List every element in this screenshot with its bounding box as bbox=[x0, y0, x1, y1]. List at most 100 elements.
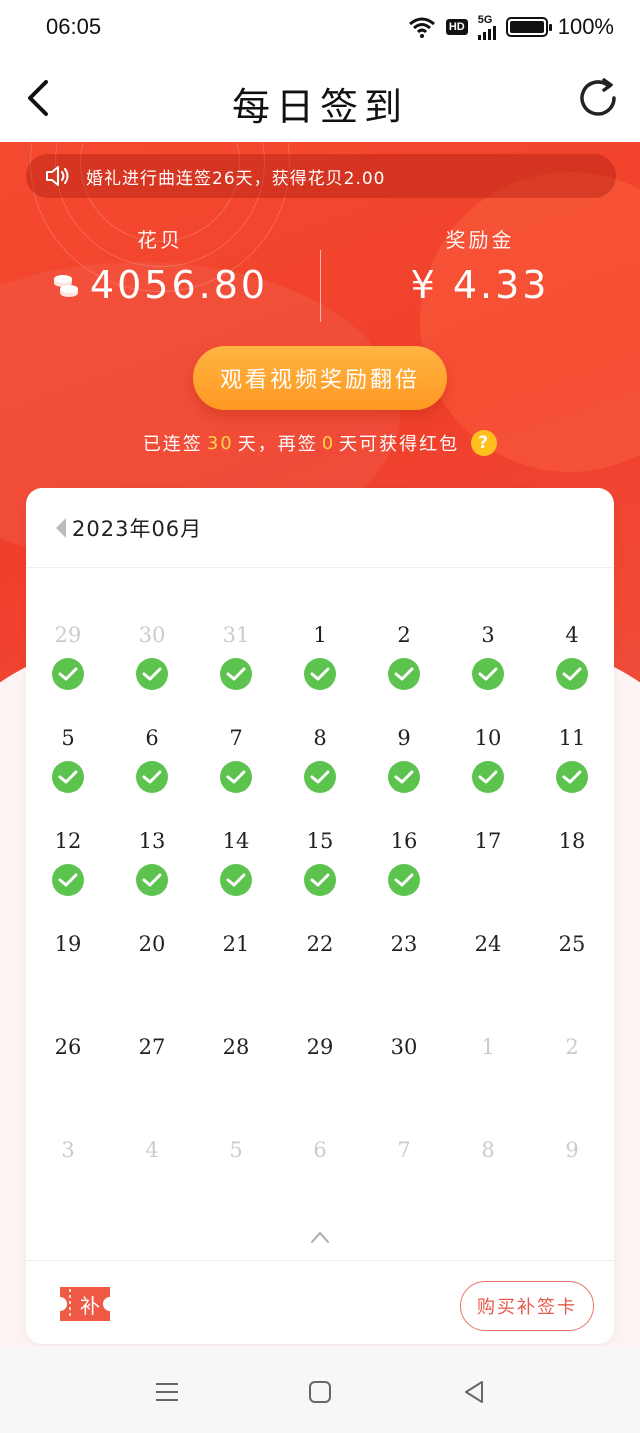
calendar-day[interactable]: 15 bbox=[278, 826, 362, 896]
check-circle-icon bbox=[472, 658, 504, 690]
reward-stat[interactable]: 奖励金 ¥ 4.33 bbox=[330, 224, 630, 307]
calendar-day-number: 15 bbox=[306, 829, 334, 853]
calendar-day-number: 3 bbox=[61, 1138, 75, 1162]
calendar-day[interactable]: 18 bbox=[530, 826, 614, 856]
streak-mid: 天，再签 bbox=[237, 434, 318, 455]
calendar-day-number: 17 bbox=[474, 829, 502, 853]
page-title: 每日签到 bbox=[231, 85, 408, 129]
calendar-day-number: 8 bbox=[313, 726, 327, 750]
calendar-day-number: 18 bbox=[558, 829, 586, 853]
calendar-day-number: 23 bbox=[390, 932, 418, 956]
calendar-day[interactable]: 2 bbox=[362, 620, 446, 690]
nav-bar: 每日签到 bbox=[0, 58, 640, 142]
calendar-day[interactable]: 25 bbox=[530, 929, 614, 959]
reward-label: 奖励金 bbox=[445, 228, 515, 252]
huabei-stat[interactable]: 花贝 4056.80 bbox=[10, 224, 310, 307]
calendar-day[interactable]: 30 bbox=[362, 1032, 446, 1062]
calendar-day[interactable]: 3 bbox=[446, 620, 530, 690]
calendar-day[interactable]: 26 bbox=[26, 1032, 110, 1062]
help-icon[interactable]: ? bbox=[471, 430, 498, 456]
check-circle-icon bbox=[52, 658, 84, 690]
calendar-day-number: 20 bbox=[138, 932, 166, 956]
calendar-day[interactable]: 29 bbox=[278, 1032, 362, 1062]
calendar-day-number: 13 bbox=[138, 829, 166, 853]
calendar-day[interactable]: 16 bbox=[362, 826, 446, 896]
calendar-day[interactable]: 24 bbox=[446, 929, 530, 959]
refresh-icon[interactable] bbox=[574, 74, 622, 122]
calendar-day[interactable]: 9 bbox=[362, 723, 446, 793]
calendar-day[interactable]: 8 bbox=[278, 723, 362, 793]
buy-makeup-card-button[interactable]: 购买补签卡 bbox=[460, 1281, 594, 1331]
calendar-day-number: 16 bbox=[390, 829, 418, 853]
month-label[interactable]: 2023年06月 bbox=[72, 513, 202, 543]
calendar-day-number: 3 bbox=[481, 623, 495, 647]
calendar-day-number: 24 bbox=[474, 932, 502, 956]
calendar-day[interactable]: 5 bbox=[26, 723, 110, 793]
check-circle-icon bbox=[472, 761, 504, 793]
menu-icon[interactable] bbox=[153, 1378, 181, 1406]
calendar-day[interactable]: 8 bbox=[446, 1135, 530, 1165]
home-icon[interactable] bbox=[306, 1378, 334, 1406]
check-circle-icon bbox=[388, 658, 420, 690]
wifi-icon bbox=[408, 17, 435, 38]
calendar-day[interactable]: 29 bbox=[26, 620, 110, 690]
prev-month-icon[interactable] bbox=[56, 517, 66, 538]
network-label: 5G bbox=[477, 13, 493, 26]
check-circle-icon bbox=[304, 761, 336, 793]
calendar-day[interactable]: 6 bbox=[278, 1135, 362, 1165]
calendar-day-number: 5 bbox=[61, 726, 75, 750]
calendar-day[interactable]: 21 bbox=[194, 929, 278, 959]
calendar-day[interactable]: 1 bbox=[278, 620, 362, 690]
calendar-day-number: 7 bbox=[229, 726, 243, 750]
chevron-up-icon[interactable] bbox=[310, 1230, 330, 1244]
stats-divider bbox=[320, 250, 321, 322]
calendar-day[interactable]: 2 bbox=[530, 1032, 614, 1062]
battery-icon bbox=[505, 17, 552, 37]
calendar-day-number: 12 bbox=[54, 829, 82, 853]
calendar-day-number: 27 bbox=[138, 1035, 166, 1059]
calendar-day[interactable]: 4 bbox=[530, 620, 614, 690]
calendar-day[interactable]: 7 bbox=[362, 1135, 446, 1165]
card-footer: 补 购买补签卡 bbox=[26, 1260, 614, 1344]
status-icons: HD 5G 100% bbox=[408, 14, 614, 40]
streak-days: 30 bbox=[206, 432, 234, 454]
calendar-day[interactable]: 28 bbox=[194, 1032, 278, 1062]
calendar-day[interactable]: 9 bbox=[530, 1135, 614, 1165]
calendar-day[interactable]: 7 bbox=[194, 723, 278, 793]
calendar-day[interactable]: 23 bbox=[362, 929, 446, 959]
calendar-day[interactable]: 19 bbox=[26, 929, 110, 959]
calendar-day[interactable]: 14 bbox=[194, 826, 278, 896]
calendar-day[interactable]: 20 bbox=[110, 929, 194, 959]
calendar-day[interactable]: 31 bbox=[194, 620, 278, 690]
reward-value: ¥ 4.33 bbox=[410, 263, 550, 307]
check-circle-icon bbox=[220, 761, 252, 793]
calendar-day-number: 29 bbox=[306, 1035, 334, 1059]
calendar-day[interactable]: 17 bbox=[446, 826, 530, 856]
speaker-icon bbox=[46, 166, 69, 186]
calendar-day[interactable]: 3 bbox=[26, 1135, 110, 1165]
calendar-day-number: 14 bbox=[222, 829, 250, 853]
back-triangle-icon[interactable] bbox=[460, 1378, 488, 1406]
watch-video-button[interactable]: 观看视频奖励翻倍 bbox=[193, 346, 447, 410]
calendar-day[interactable]: 12 bbox=[26, 826, 110, 896]
calendar-day[interactable]: 4 bbox=[110, 1135, 194, 1165]
calendar-day[interactable]: 22 bbox=[278, 929, 362, 959]
calendar-day[interactable]: 1 bbox=[446, 1032, 530, 1062]
calendar-day[interactable]: 30 bbox=[110, 620, 194, 690]
notice-bar[interactable]: 婚礼进行曲连签26天，获得花贝2.00 bbox=[26, 154, 616, 198]
calendar-day-number: 1 bbox=[481, 1035, 495, 1059]
calendar-day-number: 30 bbox=[138, 623, 166, 647]
makeup-card-icon[interactable]: 补 bbox=[56, 1283, 114, 1325]
calendar-day-number: 30 bbox=[390, 1035, 418, 1059]
calendar-day[interactable]: 6 bbox=[110, 723, 194, 793]
check-circle-icon bbox=[136, 761, 168, 793]
calendar-day[interactable]: 5 bbox=[194, 1135, 278, 1165]
calendar-day[interactable]: 10 bbox=[446, 723, 530, 793]
check-circle-icon bbox=[220, 864, 252, 896]
check-circle-icon bbox=[52, 864, 84, 896]
calendar-day[interactable]: 11 bbox=[530, 723, 614, 793]
huabei-label: 花贝 bbox=[137, 228, 183, 252]
calendar-day[interactable]: 13 bbox=[110, 826, 194, 896]
calendar-day[interactable]: 27 bbox=[110, 1032, 194, 1062]
battery-percent: 100% bbox=[557, 14, 614, 39]
